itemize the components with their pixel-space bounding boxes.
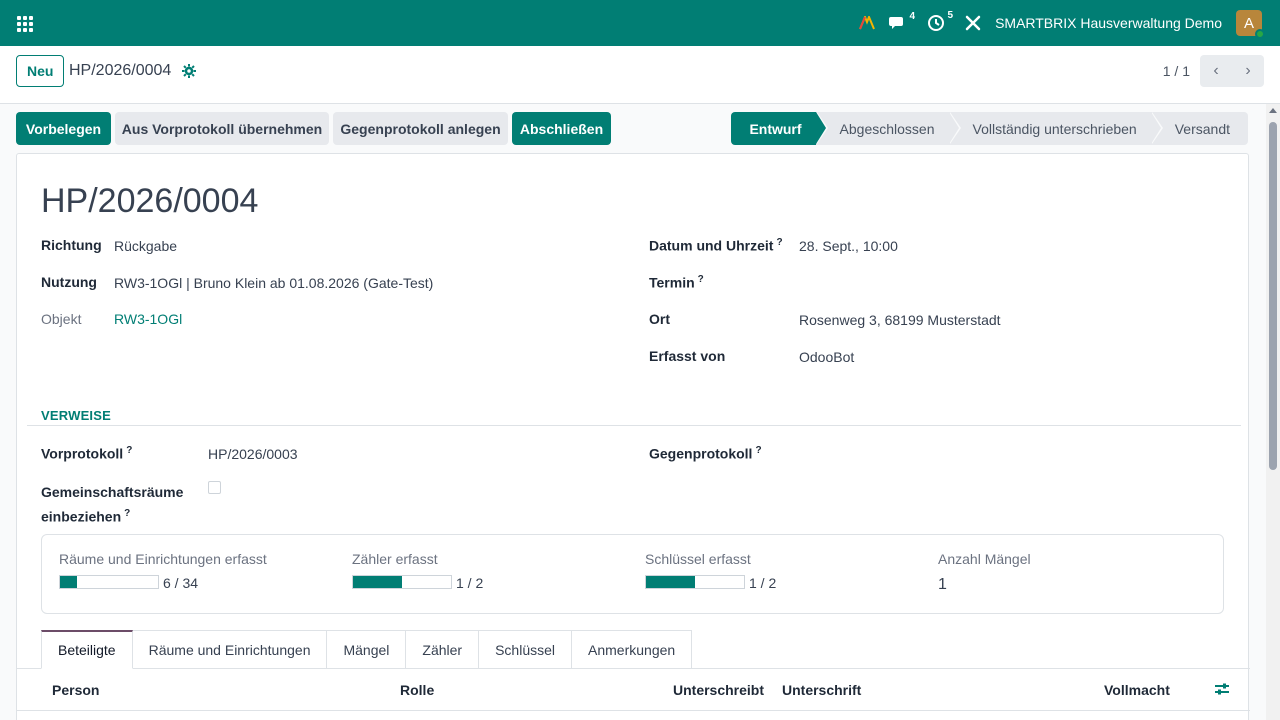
- ort-label: Ort: [649, 311, 670, 327]
- help-icon[interactable]: ?: [755, 445, 761, 456]
- gemeinschaft-label-line2: einbeziehen: [41, 508, 122, 525]
- richtung-label: Richtung: [41, 237, 102, 253]
- stage-versandt[interactable]: Versandt: [1150, 112, 1248, 145]
- user-avatar[interactable]: A: [1236, 10, 1265, 39]
- datum-label-text: Datum und Uhrzeit: [649, 237, 774, 254]
- column-unterschreibt[interactable]: Unterschreibt: [673, 682, 764, 698]
- column-rolle[interactable]: Rolle: [400, 682, 434, 698]
- chevron-right-icon: ›: [1245, 62, 1251, 79]
- gemeinschaft-label-line1: Gemeinschaftsräume: [41, 484, 184, 500]
- statusbar: Vorbelegen Aus Vorprotokoll übernehmen G…: [0, 104, 1266, 154]
- gegenprotokoll-label-text: Gegenprotokoll: [649, 445, 753, 462]
- section-divider: [27, 425, 1241, 426]
- schluessel-stat-value: 1 / 2: [749, 575, 777, 591]
- gegenprotokoll-label: Gegenprotokoll?: [649, 445, 762, 462]
- tab-maengel[interactable]: Mängel: [327, 630, 407, 669]
- company-switcher[interactable]: SMARTBRIX Hausverwaltung Demo: [995, 15, 1222, 31]
- vorprotokoll-label-text: Vorprotokoll: [41, 445, 124, 462]
- help-icon[interactable]: ?: [124, 508, 130, 519]
- pager-previous-button[interactable]: ‹: [1200, 55, 1232, 87]
- gemeinschaft-label: Gemeinschaftsräume einbeziehen?: [41, 482, 183, 528]
- zaehler-stat-label: Zähler erfasst: [352, 551, 438, 567]
- objekt-link[interactable]: RW3-1OGl: [114, 311, 182, 327]
- ort-field[interactable]: Rosenweg 3, 68199 Musterstadt: [799, 312, 1001, 328]
- erfasst-field[interactable]: OdooBot: [799, 349, 854, 365]
- zaehler-progress-bar: [352, 575, 452, 589]
- activity-badge: 5: [947, 10, 954, 21]
- gear-icon[interactable]: [182, 64, 196, 81]
- pager-next-button[interactable]: ›: [1232, 55, 1264, 87]
- richtung-field[interactable]: Rückgabe: [114, 238, 177, 254]
- schluessel-stat-label: Schlüssel erfasst: [645, 551, 751, 567]
- stage-entwurf[interactable]: Entwurf: [731, 112, 828, 145]
- maengel-stat-value: 1: [938, 576, 947, 593]
- stats-box: Räume und Einrichtungen erfasst 6 / 34 Z…: [41, 534, 1224, 614]
- help-icon[interactable]: ?: [776, 237, 782, 248]
- top-navbar: 4 5 SMARTBRIX Hausverwaltung Demo A: [0, 0, 1280, 46]
- gemeinschaft-checkbox[interactable]: [208, 481, 221, 494]
- column-unterschrift[interactable]: Unterschrift: [782, 682, 861, 698]
- zaehler-progress-fill: [353, 576, 402, 588]
- optional-columns-icon[interactable]: [1214, 682, 1230, 699]
- page-scrollbar[interactable]: [1266, 104, 1280, 720]
- raeume-progress-fill: [60, 576, 78, 588]
- pager-value[interactable]: 1 / 1: [1163, 63, 1190, 79]
- zaehler-stat-value: 1 / 2: [456, 575, 484, 591]
- abschliessen-button[interactable]: Abschließen: [512, 112, 611, 145]
- help-icon[interactable]: ?: [698, 274, 704, 285]
- avatar-initial: A: [1243, 14, 1254, 32]
- vorprotokoll-field[interactable]: HP/2026/0003: [208, 446, 298, 462]
- datum-label: Datum und Uhrzeit?: [649, 237, 783, 254]
- vorbelegen-button[interactable]: Vorbelegen: [16, 112, 111, 145]
- raeume-stat-value: 6 / 34: [163, 575, 199, 591]
- online-status-icon: [1255, 29, 1265, 39]
- stage-vollstaendig-unterschrieben[interactable]: Vollständig unterschrieben: [948, 112, 1163, 145]
- chat-badge: 4: [909, 11, 916, 22]
- breadcrumb: HP/2026/0004: [69, 62, 172, 79]
- vorprotokoll-label: Vorprotokoll?: [41, 445, 132, 462]
- tools-icon[interactable]: [965, 15, 981, 31]
- notebook-tabs: Beteiligte Räume und Einrichtungen Mänge…: [41, 630, 693, 669]
- navbar-systray: 4 5 SMARTBRIX Hausverwaltung Demo A: [859, 0, 1265, 46]
- apps-menu-icon[interactable]: [14, 13, 34, 33]
- schluessel-progress-bar: [645, 575, 745, 589]
- record-title: HP/2026/0004: [41, 182, 259, 220]
- gegenprotokoll-anlegen-button[interactable]: Gegenprotokoll anlegen: [333, 112, 508, 145]
- erfasst-label: Erfasst von: [649, 348, 726, 364]
- maengel-stat-label: Anzahl Mängel: [938, 551, 1031, 567]
- odoo-logo-icon[interactable]: [859, 16, 875, 30]
- nutzung-label: Nutzung: [41, 274, 97, 290]
- tab-raeume[interactable]: Räume und Einrichtungen: [132, 630, 328, 669]
- nutzung-field[interactable]: RW3-1OGl | Bruno Klein ab 01.08.2026 (Ga…: [114, 275, 433, 291]
- schluessel-progress-fill: [646, 576, 695, 588]
- termin-label-text: Termin: [649, 274, 695, 291]
- objekt-label: Objekt: [41, 311, 82, 327]
- tab-zaehler[interactable]: Zähler: [406, 630, 480, 669]
- tab-anmerkungen[interactable]: Anmerkungen: [572, 630, 693, 669]
- chevron-left-icon: ‹: [1213, 62, 1219, 79]
- new-button[interactable]: Neu: [16, 55, 65, 87]
- chat-icon[interactable]: 4: [889, 11, 915, 31]
- tab-schluessel[interactable]: Schlüssel: [479, 630, 573, 669]
- raeume-stat-label: Räume und Einrichtungen erfasst: [59, 551, 267, 567]
- table-divider: [17, 710, 1250, 711]
- scroll-up-icon[interactable]: [1269, 108, 1277, 113]
- form-sheet: HP/2026/0004 Richtung Rückgabe Nutzung R…: [16, 153, 1250, 720]
- control-panel: Neu HP/2026/0004 1 / 1 ‹ ›: [0, 46, 1280, 104]
- datum-field[interactable]: 28. Sept., 10:00: [799, 238, 898, 254]
- tab-beteiligte[interactable]: Beteiligte: [41, 630, 133, 669]
- column-vollmacht[interactable]: Vollmacht: [1104, 682, 1170, 698]
- stage-abgeschlossen[interactable]: Abgeschlossen: [815, 112, 961, 145]
- raeume-progress-bar: [59, 575, 159, 589]
- column-person[interactable]: Person: [52, 682, 99, 698]
- status-pipeline: Entwurf Abgeschlossen Vollständig unters…: [731, 112, 1248, 145]
- help-icon[interactable]: ?: [126, 445, 132, 456]
- termin-label: Termin?: [649, 274, 704, 291]
- verweise-heading: VERWEISE: [41, 408, 111, 423]
- activity-clock-icon[interactable]: 5: [927, 10, 953, 32]
- scroll-thumb[interactable]: [1269, 122, 1277, 470]
- aus-vorprotokoll-button[interactable]: Aus Vorprotokoll übernehmen: [115, 112, 329, 145]
